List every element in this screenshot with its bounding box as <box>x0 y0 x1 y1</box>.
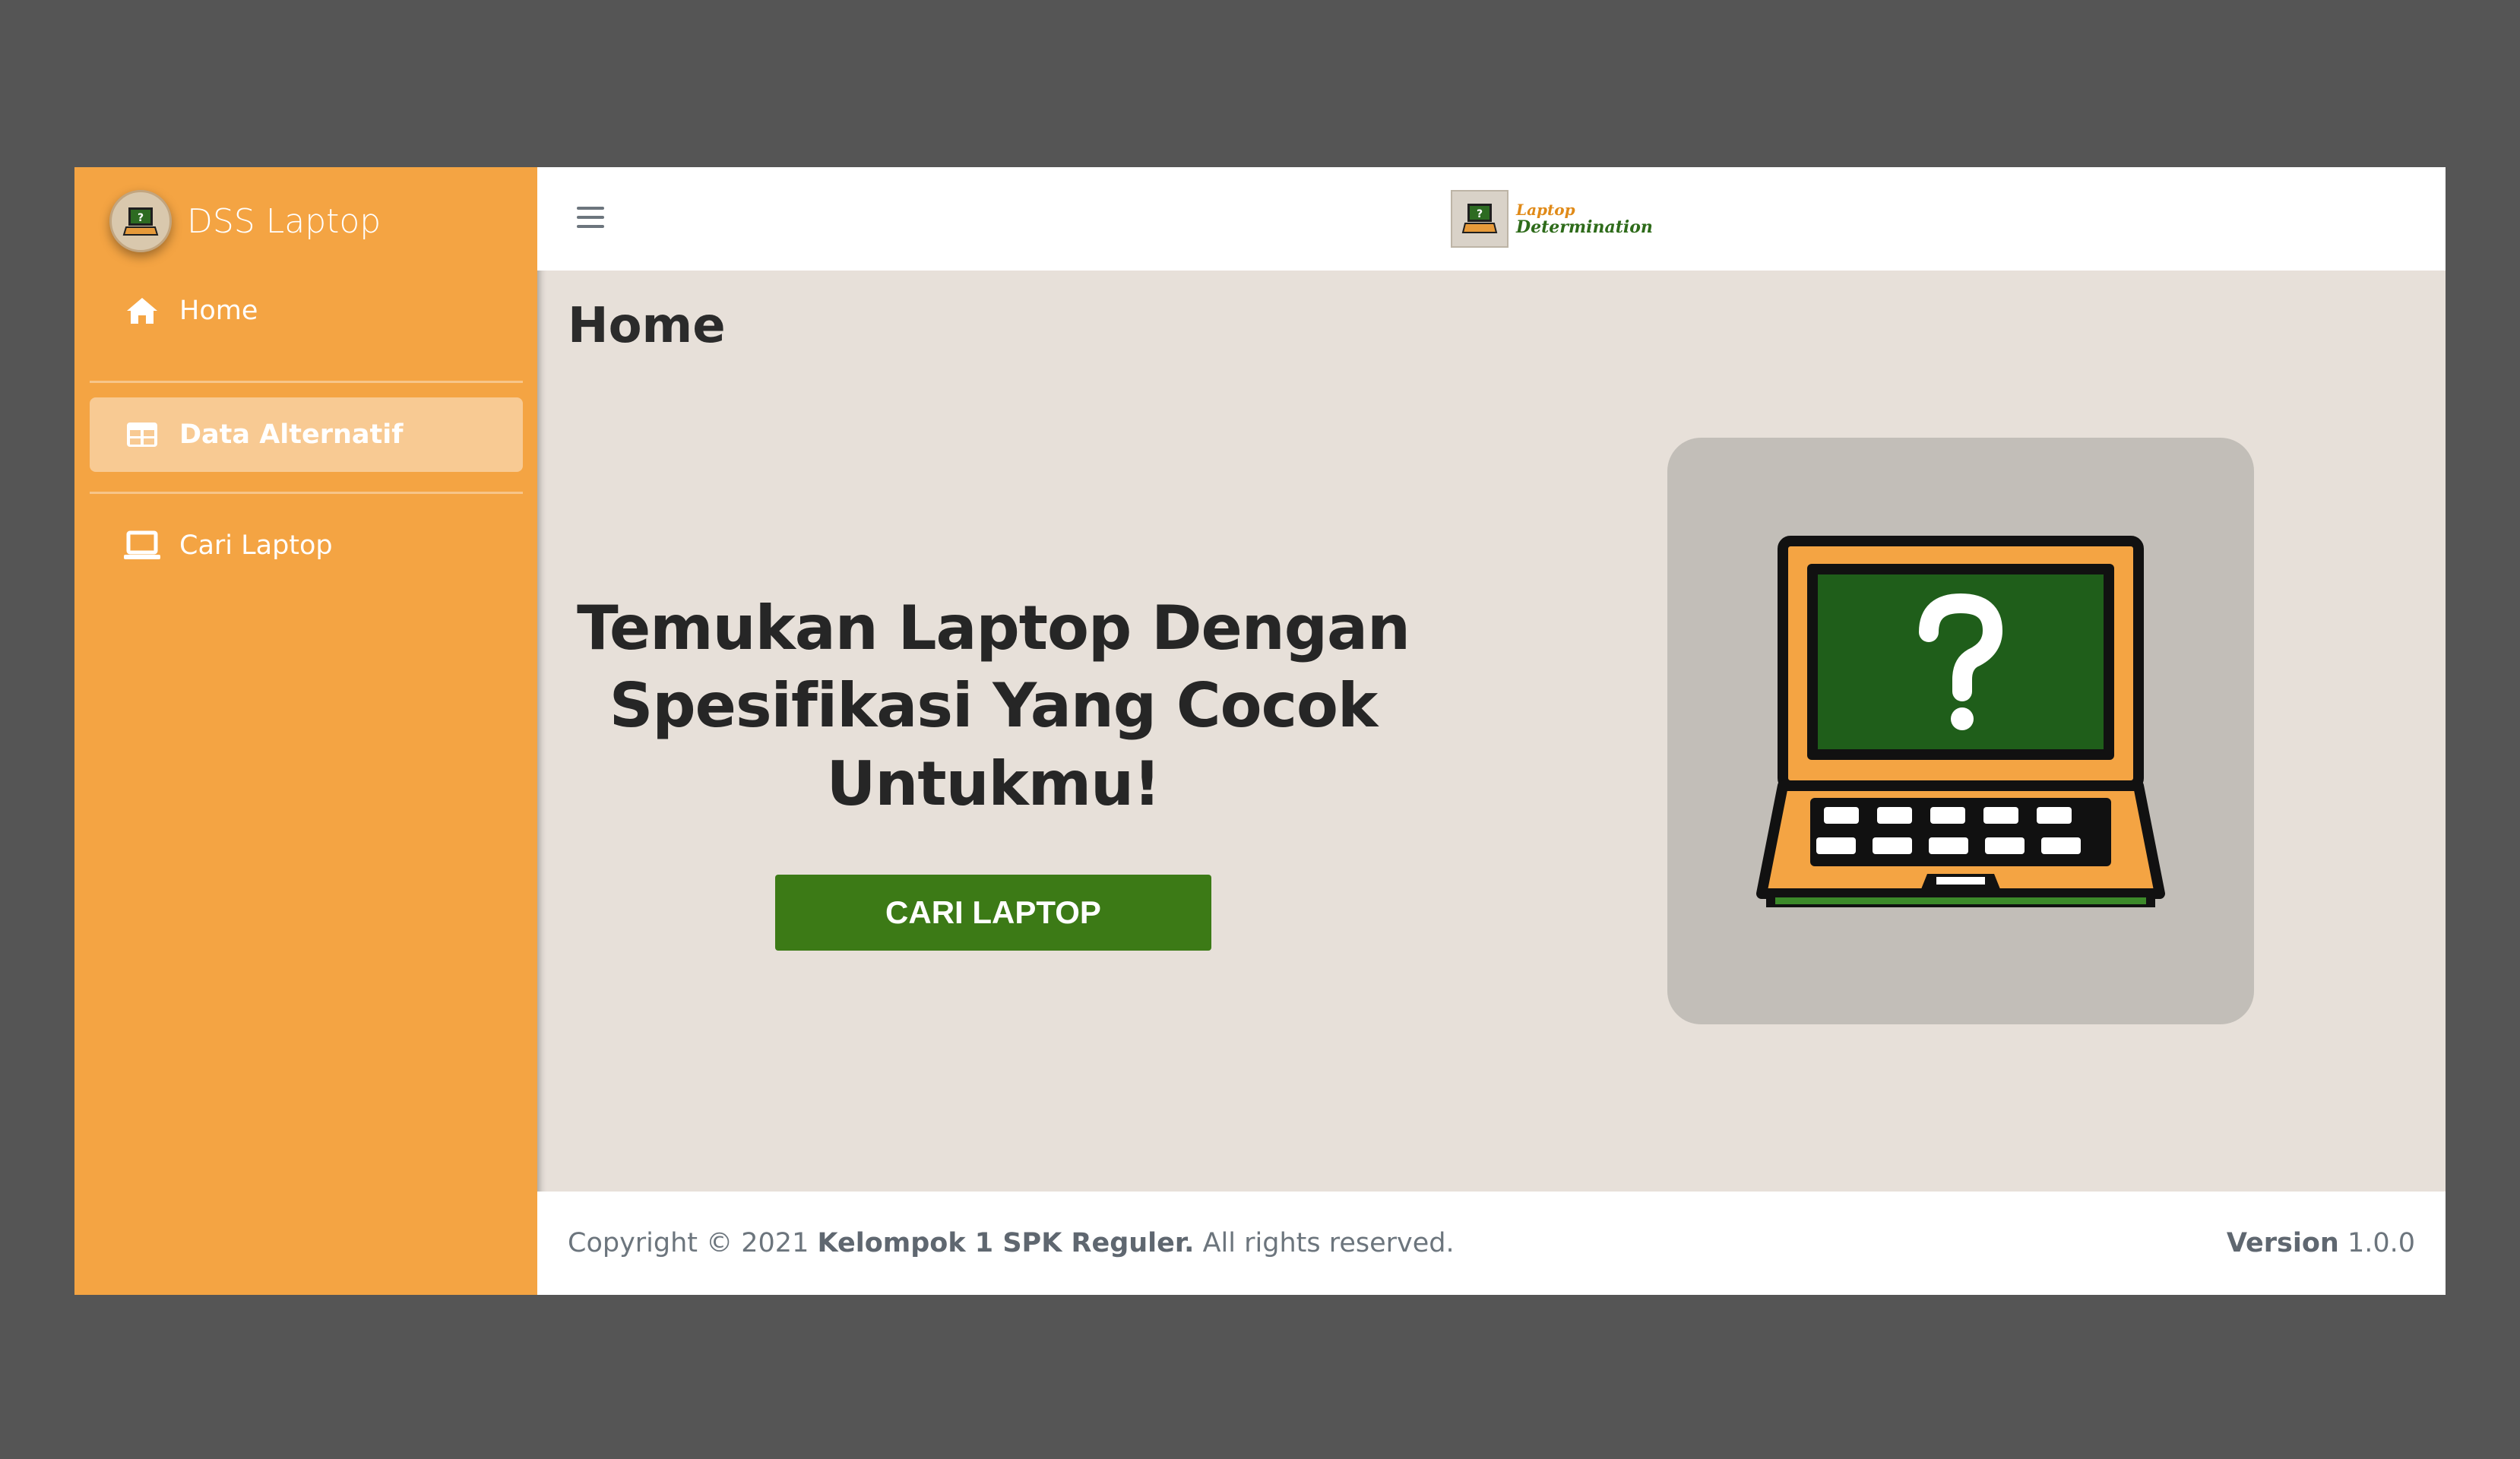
laptop-question-icon <box>1756 536 2165 907</box>
sidebar-item-label: Home <box>179 296 258 326</box>
sidebar-divider <box>90 381 523 383</box>
hero-heading: Temukan Laptop Dengan Spesifikasi Yang C… <box>577 593 1410 819</box>
home-icon <box>123 294 161 328</box>
menu-toggle-icon[interactable] <box>577 207 604 231</box>
page-title: Home <box>568 298 726 354</box>
copyright-suffix: All rights reserved. <box>1202 1228 1455 1258</box>
version-info: Version 1.0.0 <box>2227 1228 2415 1258</box>
copyright-owner-link[interactable]: Kelompok 1 SPK Reguler. <box>817 1228 1194 1258</box>
version-label: Version <box>2226 1228 2339 1258</box>
sidebar-item-label: Cari Laptop <box>179 530 333 561</box>
laptop-logo-icon: ? <box>1451 190 1509 248</box>
copyright-text: Copyright © 2021 Kelompok 1 SPK Reguler.… <box>568 1228 1455 1258</box>
brand-link[interactable]: ? DSS Laptop <box>109 187 381 255</box>
logo-line-1: Laptop <box>1516 200 1575 219</box>
main-panel: ? Laptop Determination Home Temukan Lapt… <box>537 167 2446 1295</box>
content-area: Home Temukan Laptop Dengan Spesifikasi Y… <box>537 271 2446 1192</box>
laptop-illustration-card <box>1667 438 2254 1024</box>
version-number: 1.0.0 <box>2347 1228 2415 1258</box>
hero-section: Temukan Laptop Dengan Spesifikasi Yang C… <box>568 590 1419 951</box>
app-window: ? DSS Laptop Home Data Alternatif Cari L… <box>74 167 2446 1295</box>
brand-logo-icon: ? <box>109 190 172 252</box>
sidebar-divider <box>90 492 523 494</box>
copyright-prefix: Copyright © 2021 <box>568 1228 809 1258</box>
sidebar-item-label: Data Alternatif <box>179 419 404 450</box>
svg-text:?: ? <box>138 212 144 224</box>
sidebar: ? DSS Laptop Home Data Alternatif Cari L… <box>74 167 537 1295</box>
sidebar-item-cari-laptop[interactable]: Cari Laptop <box>90 508 523 583</box>
logo-line-2: Determination <box>1516 217 1653 237</box>
footer: Copyright © 2021 Kelompok 1 SPK Reguler.… <box>537 1192 2446 1295</box>
sidebar-item-data-alternatif[interactable]: Data Alternatif <box>90 397 523 472</box>
cari-laptop-button[interactable]: CARI LAPTOP <box>775 875 1211 951</box>
table-icon <box>123 418 161 451</box>
laptop-icon <box>123 529 161 562</box>
logo-wordmark: Laptop Determination <box>1516 201 1653 236</box>
brand-name: DSS Laptop <box>187 201 381 241</box>
svg-text:?: ? <box>1477 208 1483 220</box>
top-navbar: ? Laptop Determination <box>537 167 2446 271</box>
sidebar-item-home[interactable]: Home <box>90 274 523 348</box>
header-logo[interactable]: ? Laptop Determination <box>1451 190 1653 248</box>
